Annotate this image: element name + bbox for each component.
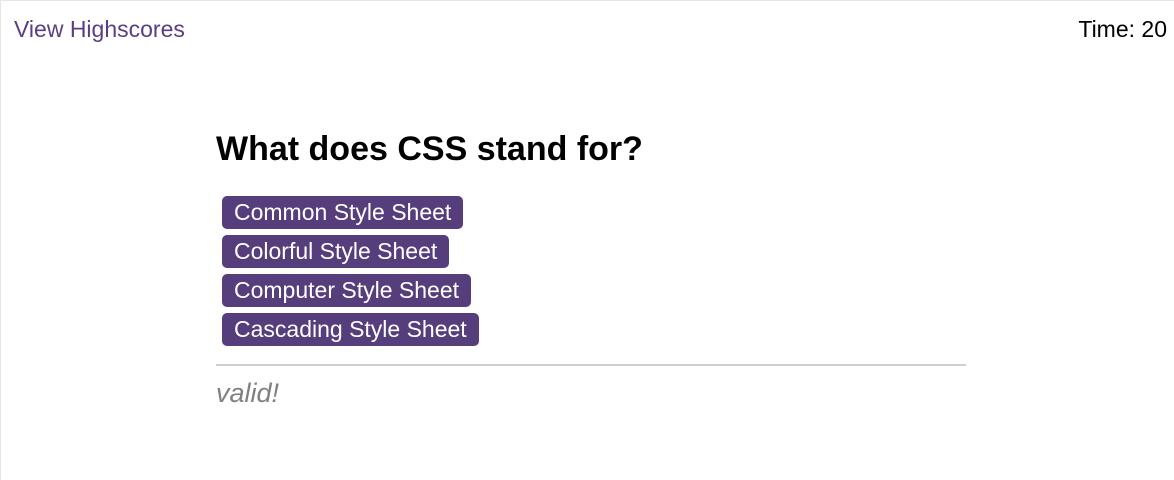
answer-button-colorful-style-sheet[interactable]: Colorful Style Sheet: [222, 235, 450, 268]
answer-button-common-style-sheet[interactable]: Common Style Sheet: [222, 196, 464, 229]
view-highscores-link[interactable]: View Highscores: [14, 16, 185, 43]
answer-choices: Common Style Sheet Colorful Style Sheet …: [222, 196, 966, 346]
top-bar: View Highscores Time: 20: [1, 1, 1174, 57]
question-title: What does CSS stand for?: [216, 130, 643, 168]
answer-feedback: valid!: [216, 378, 280, 408]
quiz-panel: What does CSS stand for? Common Style Sh…: [216, 127, 966, 409]
answer-button-computer-style-sheet[interactable]: Computer Style Sheet: [222, 274, 472, 307]
feedback-divider: [216, 364, 966, 366]
answer-button-cascading-style-sheet[interactable]: Cascading Style Sheet: [222, 313, 479, 346]
timer-display: Time: 20: [1078, 16, 1167, 42]
